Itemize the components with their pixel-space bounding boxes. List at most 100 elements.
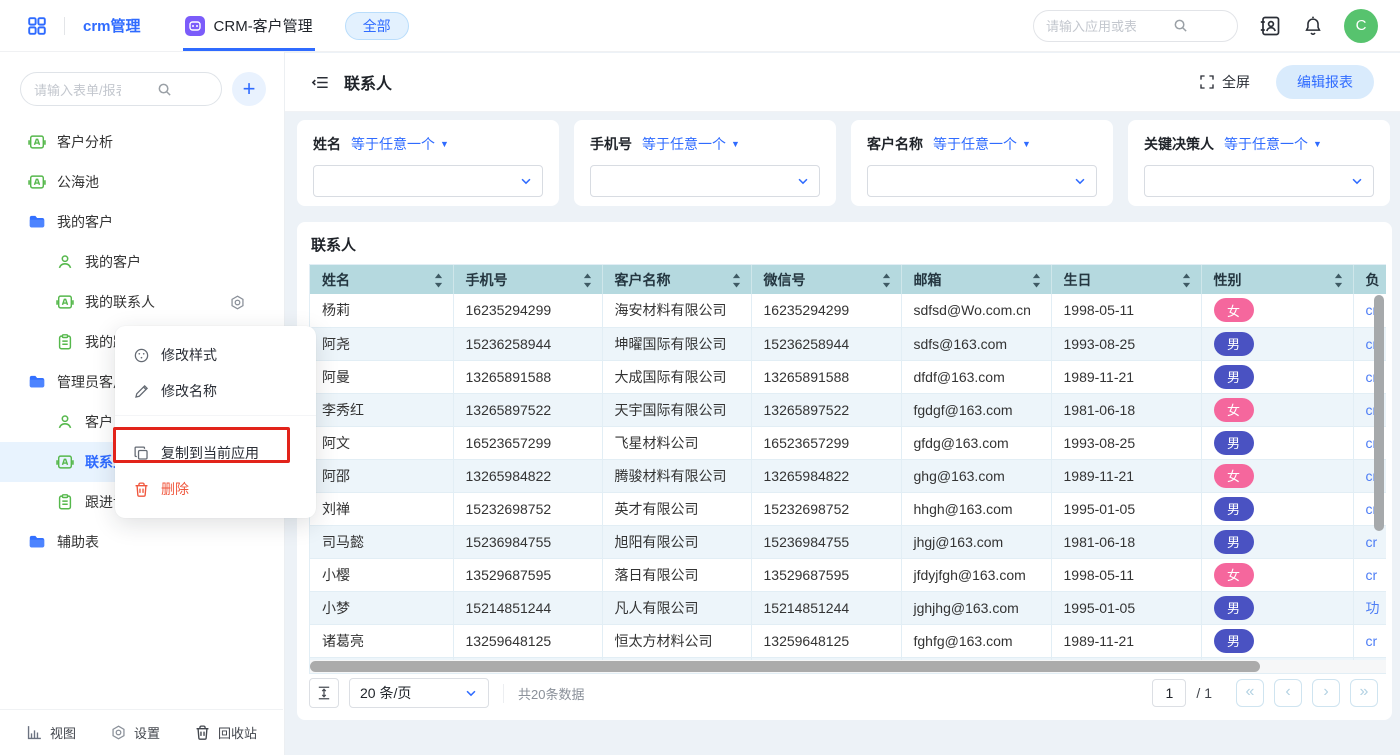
grid-icon[interactable] xyxy=(26,15,48,37)
column-header-label: 微信号 xyxy=(764,272,806,288)
sort-icon[interactable] xyxy=(882,273,891,291)
table-row[interactable]: 杨莉16235294299海安材料有限公司16235294299sdfsd@Wo… xyxy=(310,294,1386,327)
row-height-button[interactable] xyxy=(309,678,339,708)
cell: 15214851244 xyxy=(751,591,901,624)
filter-operator-dropdown[interactable]: 等于任意一个▼ xyxy=(351,134,449,154)
menu-fold-icon[interactable] xyxy=(311,73,330,92)
cell-gender: 男 xyxy=(1201,624,1353,657)
column-header-4[interactable]: 邮箱 xyxy=(901,265,1051,294)
vertical-scrollbar-thumb[interactable] xyxy=(1374,295,1384,531)
next-page-button[interactable]: › xyxy=(1312,679,1340,707)
bell-icon[interactable] xyxy=(1302,15,1324,37)
column-header-3[interactable]: 微信号 xyxy=(751,265,901,294)
filter-card-0: 姓名等于任意一个▼ xyxy=(297,120,559,206)
cell-gender: 女 xyxy=(1201,294,1353,327)
sidebar-item-1[interactable]: 公海池 xyxy=(0,162,284,202)
workspace-name[interactable]: crm管理 xyxy=(83,15,141,36)
cell: 15214851244 xyxy=(453,591,602,624)
filter-operator-dropdown[interactable]: 等于任意一个▼ xyxy=(1224,134,1322,154)
add-form-button[interactable]: + xyxy=(232,72,266,106)
table-row[interactable]: 诸葛亮13259648125恒太方材料公司13259648125fghfg@16… xyxy=(310,624,1386,657)
sort-icon[interactable] xyxy=(732,273,741,291)
table-row[interactable]: 刘禅15232698752英才有限公司15232698752hhgh@163.c… xyxy=(310,492,1386,525)
cell-gender: 男 xyxy=(1201,327,1353,360)
sidebar-item-10[interactable]: 辅助表 xyxy=(0,522,284,562)
sidebar-item-4[interactable]: 我的联系人 xyxy=(0,282,284,322)
prev-page-button[interactable]: ‹ xyxy=(1274,679,1302,707)
table-row[interactable]: 小梦15214851244凡人有限公司15214851244jghjhg@163… xyxy=(310,591,1386,624)
cell: 小樱 xyxy=(310,558,453,591)
filter-operator-dropdown[interactable]: 等于任意一个▼ xyxy=(933,134,1031,154)
cell: 坤曜国际有限公司 xyxy=(602,327,751,360)
cell: 飞星材料公司 xyxy=(602,426,751,459)
avatar[interactable]: C xyxy=(1344,9,1378,43)
column-header-5[interactable]: 生日 xyxy=(1051,265,1201,294)
filter-field-label: 手机号 xyxy=(590,134,632,154)
table-row[interactable]: 小樱13529687595落日有限公司13529687595jfdyjfgh@1… xyxy=(310,558,1386,591)
sort-icon[interactable] xyxy=(583,273,592,291)
table-row[interactable]: 阿尧15236258944坤曜国际有限公司15236258944sdfs@163… xyxy=(310,327,1386,360)
cell: 1998-05-11 xyxy=(1051,558,1201,591)
sidebar-footer-回收站[interactable]: 回收站 xyxy=(194,723,257,742)
table-row[interactable]: 阿邵13265984822腾骏材料有限公司13265984822ghg@163.… xyxy=(310,459,1386,492)
table-row[interactable]: 李秀红13265897522天宇国际有限公司13265897522fgdgf@1… xyxy=(310,393,1386,426)
vertical-scrollbar[interactable] xyxy=(1374,295,1384,671)
sidebar-item-3[interactable]: 我的客户 xyxy=(0,242,284,282)
cell: 英才有限公司 xyxy=(602,492,751,525)
folder-icon xyxy=(28,533,46,551)
column-header-7[interactable]: 负 xyxy=(1353,265,1386,294)
column-header-2[interactable]: 客户名称 xyxy=(602,265,751,294)
filter-card-2: 客户名称等于任意一个▼ xyxy=(851,120,1113,206)
column-header-6[interactable]: 性别 xyxy=(1201,265,1353,294)
last-page-button[interactable]: » xyxy=(1350,679,1378,707)
caret-down-icon: ▼ xyxy=(440,139,449,149)
filter-value-select[interactable] xyxy=(313,165,543,197)
page-title: 联系人 xyxy=(344,70,392,94)
first-page-button[interactable]: « xyxy=(1236,679,1264,707)
cell: 小梦 xyxy=(310,591,453,624)
page-size-select[interactable]: 20 条/页 xyxy=(349,678,489,708)
cell: 1989-11-21 xyxy=(1051,624,1201,657)
sort-icon[interactable] xyxy=(1032,273,1041,291)
global-search-input[interactable]: 请输入应用或表单名称 xyxy=(1033,10,1238,42)
page-number-input[interactable] xyxy=(1152,679,1186,707)
sidebar-item-2[interactable]: 我的客户 xyxy=(0,202,284,242)
scope-pill-all[interactable]: 全部 xyxy=(345,12,409,40)
column-header-1[interactable]: 手机号 xyxy=(453,265,602,294)
tab-label: CRM-客户管理 xyxy=(214,15,313,36)
filter-operator-dropdown[interactable]: 等于任意一个▼ xyxy=(642,134,740,154)
filter-value-select[interactable] xyxy=(1144,165,1374,197)
filter-bar: 姓名等于任意一个▼手机号等于任意一个▼客户名称等于任意一个▼关键决策人等于任意一… xyxy=(297,120,1390,206)
tab-crm-customer-management[interactable]: CRM-客户管理 xyxy=(183,0,315,51)
sort-icon[interactable] xyxy=(1182,273,1191,291)
table-row[interactable]: 司马懿15236984755旭阳有限公司15236984755jhgj@163.… xyxy=(310,525,1386,558)
gear-icon[interactable] xyxy=(229,294,246,311)
filter-field-label: 客户名称 xyxy=(867,134,923,154)
horizontal-scrollbar-thumb[interactable] xyxy=(310,661,1260,672)
form-search-placeholder: 请输入表单/报表名称 xyxy=(34,80,121,99)
table-row[interactable]: 阿文16523657299飞星材料公司16523657299gfdg@163.c… xyxy=(310,426,1386,459)
sort-icon[interactable] xyxy=(1334,273,1343,291)
gender-pill: 女 xyxy=(1214,563,1254,587)
gender-pill: 男 xyxy=(1214,497,1254,521)
sidebar-item-0[interactable]: 客户分析 xyxy=(0,122,284,162)
form-icon xyxy=(56,453,74,471)
sidebar-footer-设置[interactable]: 设置 xyxy=(110,723,160,742)
column-header-0[interactable]: 姓名 xyxy=(310,265,453,294)
gender-pill: 女 xyxy=(1214,464,1254,488)
context-menu-item-0[interactable]: 修改样式 xyxy=(115,337,316,373)
context-menu-item-1[interactable]: 修改名称 xyxy=(115,373,316,409)
table-body: 杨莉16235294299海安材料有限公司16235294299sdfsd@Wo… xyxy=(310,294,1386,674)
sort-icon[interactable] xyxy=(434,273,443,291)
cell: 腾骏材料有限公司 xyxy=(602,459,751,492)
filter-value-select[interactable] xyxy=(590,165,820,197)
filter-value-select[interactable] xyxy=(867,165,1097,197)
fullscreen-button[interactable]: 全屏 xyxy=(1199,72,1250,92)
context-menu-item-3[interactable]: 删除 xyxy=(115,471,316,507)
pencil-icon xyxy=(133,383,150,400)
address-book-icon[interactable] xyxy=(1258,14,1282,38)
sidebar-footer-视图[interactable]: 视图 xyxy=(26,723,76,742)
table-row[interactable]: 阿曼13265891588大成国际有限公司13265891588dfdf@163… xyxy=(310,360,1386,393)
form-search-input[interactable]: 请输入表单/报表名称 xyxy=(20,72,222,106)
edit-report-button[interactable]: 编辑报表 xyxy=(1276,65,1374,99)
